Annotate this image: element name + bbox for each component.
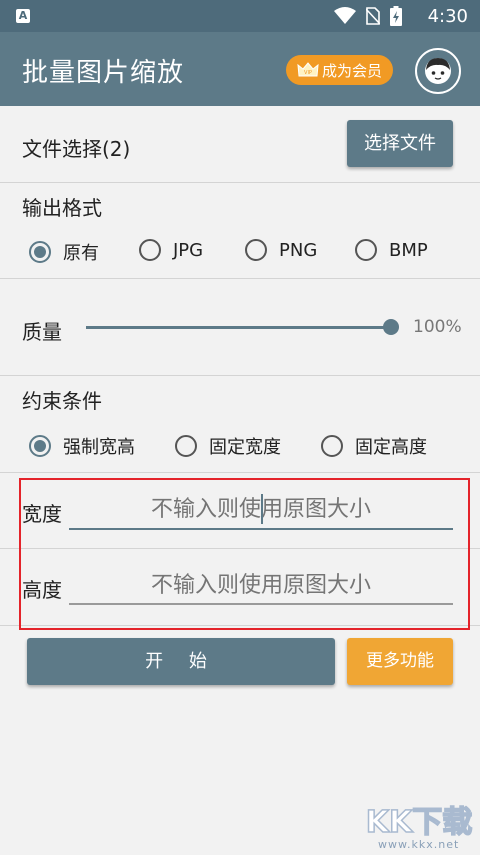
quality-value: 100% <box>413 317 462 337</box>
kk-watermark-logo-text: KK下载 <box>366 805 473 840</box>
output-format-heading: 输出格式 <box>22 196 102 220</box>
no-sim-icon <box>366 7 380 25</box>
more-features-button[interactable]: 更多功能 <box>347 638 453 685</box>
clock: 4:30 <box>427 6 468 27</box>
format-option-jpg[interactable]: JPG <box>139 239 203 261</box>
radio-selected-icon <box>29 241 51 263</box>
quality-slider-track[interactable] <box>86 326 391 329</box>
constraint-section: 约束条件 强制宽高 固定宽度 固定高度 <box>0 376 480 473</box>
status-icons <box>334 6 402 26</box>
file-select-section: 文件选择(2) 选择文件 <box>0 106 480 183</box>
constraint-option-fixed-height[interactable]: 固定高度 <box>321 433 427 459</box>
become-member-button[interactable]: VIP 成为会员 <box>286 55 393 85</box>
radio-icon <box>139 239 161 261</box>
watermark-url: www.kkx.net <box>378 838 460 851</box>
app-bar: 批量图片缩放 VIP 成为会员 <box>0 32 480 106</box>
format-option-bmp[interactable]: BMP <box>355 239 428 261</box>
constraint-option-label: 固定高度 <box>355 437 427 458</box>
format-option-label: PNG <box>279 239 318 261</box>
radio-icon <box>175 435 197 457</box>
quality-label: 质量 <box>22 320 62 344</box>
choose-file-button[interactable]: 选择文件 <box>347 120 453 167</box>
constraint-heading: 约束条件 <box>22 389 102 413</box>
constraint-option-label: 强制宽高 <box>63 437 135 458</box>
start-button[interactable]: 开 始 <box>27 638 335 685</box>
radio-icon <box>355 239 377 261</box>
constraint-option-force[interactable]: 强制宽高 <box>29 433 135 459</box>
file-select-label: 文件选择(2) <box>22 137 131 161</box>
radio-selected-icon <box>29 435 51 457</box>
output-format-section: 输出格式 原有 JPG PNG BMP <box>0 183 480 279</box>
format-option-png[interactable]: PNG <box>245 239 317 261</box>
user-face-icon <box>425 58 451 84</box>
highlight-box <box>19 478 470 630</box>
format-option-label: JPG <box>173 239 204 261</box>
format-option-label: 原有 <box>63 243 99 264</box>
status-bar: A 4:30 <box>0 0 480 32</box>
quality-slider-thumb[interactable] <box>383 319 399 335</box>
app-notification-icon: A <box>16 9 30 23</box>
wifi-icon <box>334 7 356 24</box>
radio-icon <box>245 239 267 261</box>
crown-icon: VIP <box>297 62 319 77</box>
constraint-option-label: 固定宽度 <box>209 437 281 458</box>
battery-icon <box>390 6 402 26</box>
constraint-option-fixed-width[interactable]: 固定宽度 <box>175 433 281 459</box>
vip-badge-text: VIP <box>304 70 312 76</box>
radio-icon <box>321 435 343 457</box>
format-option-original[interactable]: 原有 <box>29 239 99 265</box>
format-option-label: BMP <box>389 239 428 261</box>
page-title: 批量图片缩放 <box>22 58 185 88</box>
become-member-label: 成为会员 <box>321 61 382 80</box>
avatar[interactable] <box>415 48 461 94</box>
